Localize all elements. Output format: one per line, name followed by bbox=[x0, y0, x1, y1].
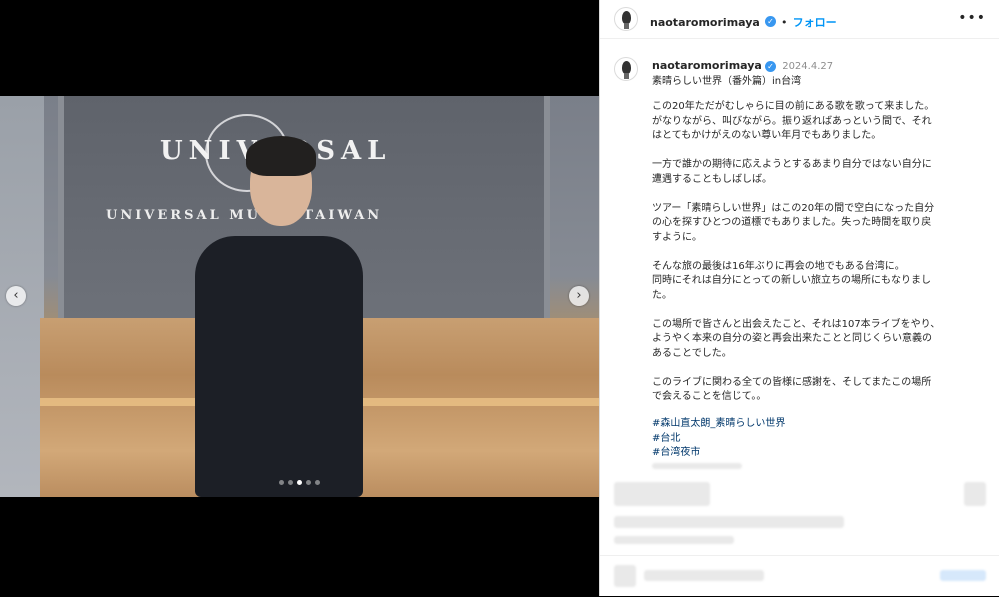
person-hair bbox=[246, 136, 316, 176]
hashtag-link[interactable]: #森山直太朗_素晴らしい世界 bbox=[652, 417, 785, 432]
header-separator: • bbox=[781, 16, 788, 29]
caption-header: naotaromorimaya ✓ 2024.4.27 bbox=[652, 59, 833, 72]
verified-badge-icon: ✓ bbox=[765, 60, 777, 72]
hashtag-link[interactable]: #台湾夜市 bbox=[652, 446, 785, 461]
post-header: naotaromorimaya ✓ • フォロー ••• bbox=[600, 0, 999, 39]
more-options-icon[interactable]: ••• bbox=[958, 10, 986, 26]
sign-sub-text: UNIVERSAL MUSIC TAIWAN bbox=[106, 208, 383, 223]
hashtag-list: #森山直太朗_素晴らしい世界 #台北 #台湾夜市 bbox=[652, 417, 785, 461]
blurred-timestamp-line bbox=[614, 536, 734, 544]
blurred-comment-line bbox=[652, 463, 742, 469]
carousel-prev-button[interactable]: ‹ bbox=[6, 286, 26, 306]
blurred-emoji-icon[interactable] bbox=[614, 565, 636, 587]
caption-username[interactable]: naotaromorimaya bbox=[652, 59, 762, 72]
blurred-bookmark-icon bbox=[964, 482, 986, 506]
verified-badge-icon: ✓ bbox=[764, 16, 776, 27]
caption-avatar[interactable] bbox=[614, 57, 638, 81]
person-shirt bbox=[195, 236, 363, 497]
blurred-post-button[interactable] bbox=[940, 570, 986, 581]
carousel-next-button[interactable]: › bbox=[569, 286, 589, 306]
post-date: 2024.4.27 bbox=[782, 61, 834, 72]
carousel-dots bbox=[0, 480, 599, 485]
blurred-likes-line bbox=[614, 516, 844, 528]
header-user-row: naotaromorimaya ✓ • フォロー bbox=[650, 11, 837, 30]
blurred-action-icons bbox=[614, 482, 710, 506]
post-side-panel: naotaromorimaya ✓ • フォロー ••• naotaromori… bbox=[599, 0, 999, 596]
media-viewer: UNIVERSAL UNIVERSAL MUSIC TAIWAN ‹ › bbox=[0, 0, 599, 596]
comment-bar bbox=[600, 555, 999, 597]
caption-title: 素晴らしい世界（番外篇）in台湾 bbox=[652, 76, 802, 87]
carousel-dot bbox=[315, 480, 320, 485]
carousel-dot-active bbox=[297, 480, 302, 485]
carousel-dot bbox=[306, 480, 311, 485]
avatar[interactable] bbox=[614, 7, 638, 31]
carousel-dot bbox=[279, 480, 284, 485]
avatar-figure-base bbox=[624, 23, 629, 29]
follow-button[interactable]: フォロー bbox=[793, 16, 837, 29]
post-photo: UNIVERSAL UNIVERSAL MUSIC TAIWAN bbox=[0, 96, 599, 497]
carousel-dot bbox=[288, 480, 293, 485]
blurred-comment-input[interactable] bbox=[644, 570, 764, 581]
hashtag-link[interactable]: #台北 bbox=[652, 432, 785, 447]
caption-body: この20年ただがむしゃらに目の前にある歌を歌って来ました。 がなりながら、叫びな… bbox=[652, 101, 941, 402]
header-username[interactable]: naotaromorimaya bbox=[650, 16, 760, 29]
avatar-figure-base bbox=[624, 73, 629, 79]
